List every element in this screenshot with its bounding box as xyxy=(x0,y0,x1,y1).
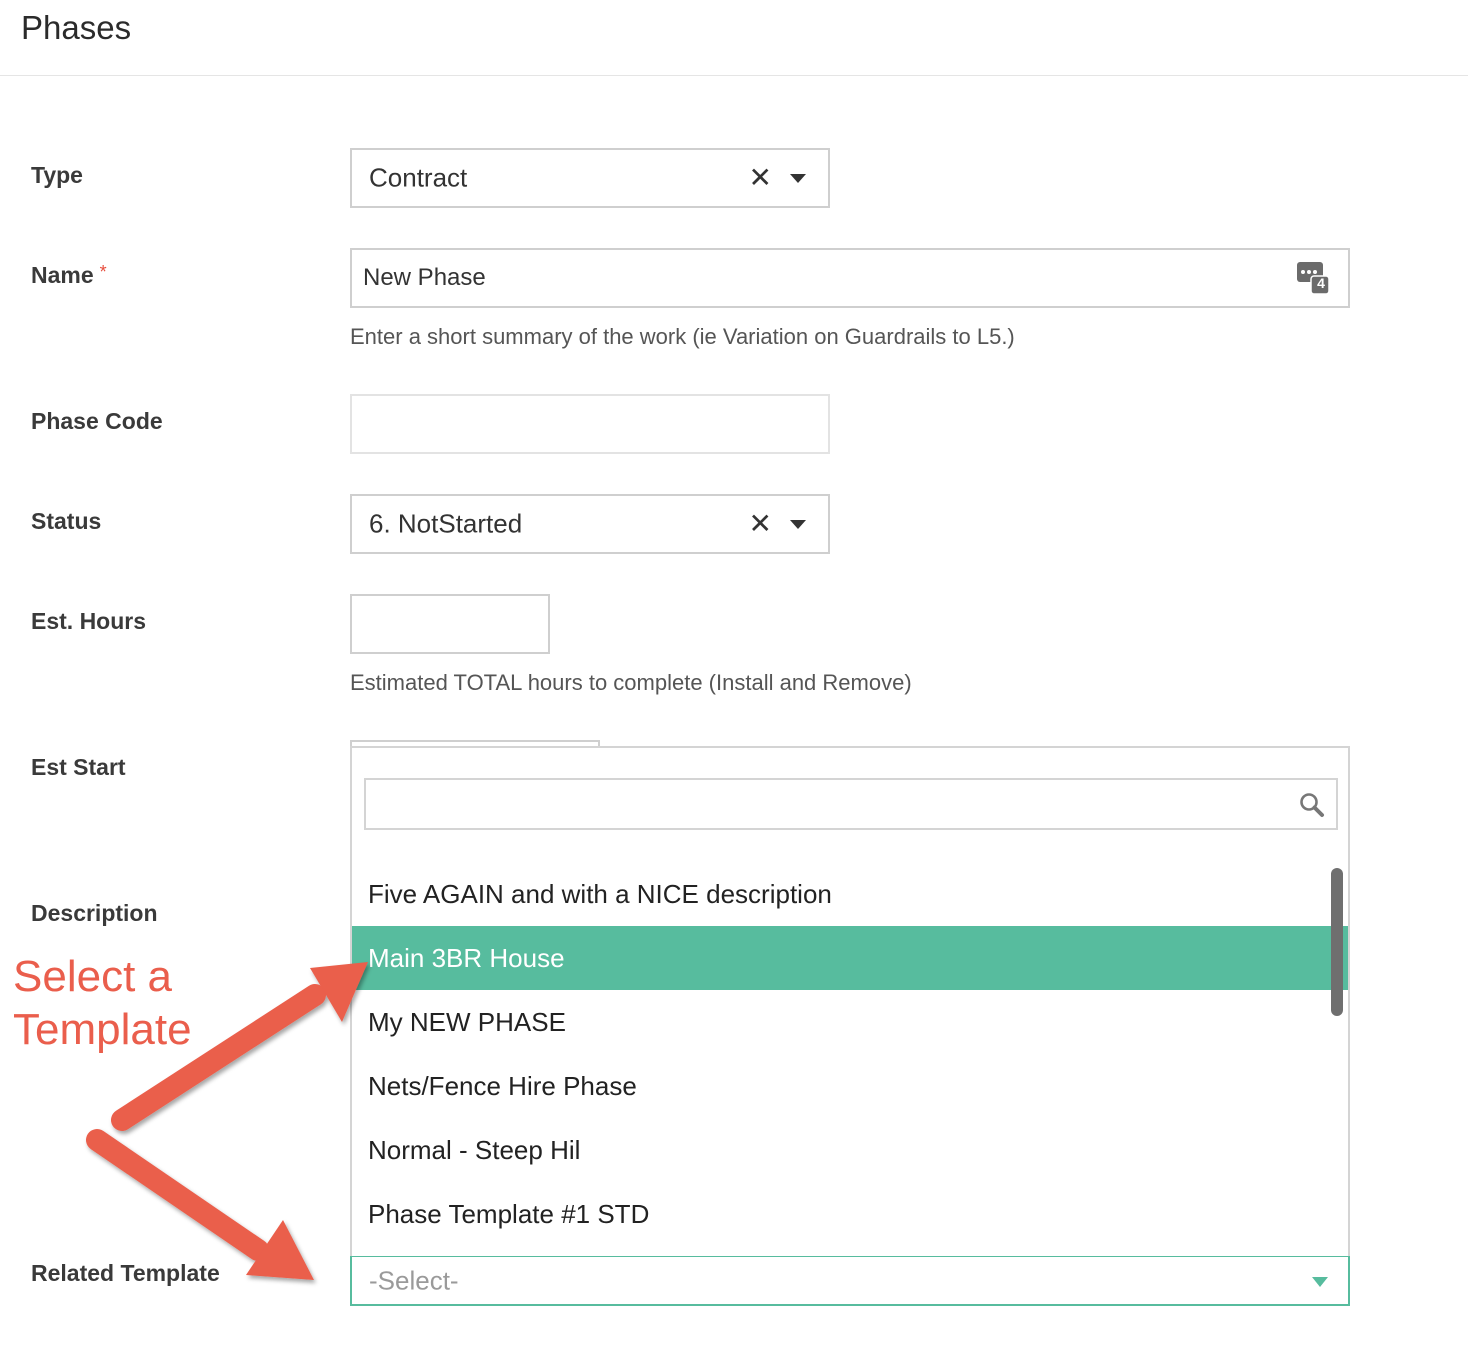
search-icon xyxy=(1298,791,1326,819)
est-hours-input[interactable] xyxy=(350,594,550,654)
dropdown-option[interactable]: My NEW PHASE xyxy=(352,990,1348,1054)
name-value: New Phase xyxy=(363,264,486,291)
related-template-select[interactable]: -Select- xyxy=(350,1255,1350,1306)
chevron-down-icon[interactable] xyxy=(1312,1276,1328,1287)
annotation-arrow-down-shaft xyxy=(86,1129,269,1261)
name-help-text: Enter a short summary of the work (ie Va… xyxy=(350,324,1015,349)
name-label: Name * xyxy=(31,262,107,289)
chevron-down-icon[interactable] xyxy=(790,174,806,183)
phase-code-input[interactable] xyxy=(350,394,830,454)
template-dropdown: Five AGAIN and with a NICE description M… xyxy=(350,746,1350,1256)
required-marker: * xyxy=(99,262,107,282)
status-label: Status xyxy=(31,508,102,534)
name-input[interactable]: New Phase 4 xyxy=(350,248,1350,308)
chevron-down-icon[interactable] xyxy=(790,520,806,529)
dropdown-option[interactable]: Five AGAIN and with a NICE description xyxy=(352,862,1348,926)
type-clear-icon[interactable]: ✕ xyxy=(749,164,772,192)
counter-badge: 4 xyxy=(1317,275,1325,291)
est-hours-label: Est. Hours xyxy=(31,608,147,634)
type-label: Type xyxy=(31,162,83,188)
dropdown-search-input[interactable] xyxy=(364,778,1338,830)
status-clear-icon[interactable]: ✕ xyxy=(749,510,772,538)
status-value: 6. NotStarted xyxy=(369,508,523,539)
status-select[interactable]: 6. NotStarted ✕ xyxy=(350,494,830,554)
est-hours-help-text: Estimated TOTAL hours to complete (Insta… xyxy=(350,670,912,695)
dropdown-option[interactable]: Nets/Fence Hire Phase xyxy=(352,1054,1348,1118)
name-label-text: Name xyxy=(31,262,94,288)
annotation-callout: Select a Template xyxy=(13,950,192,1056)
annotation-line-2: Template xyxy=(13,1005,192,1054)
related-template-placeholder: -Select- xyxy=(369,1265,459,1295)
dropdown-option[interactable]: Normal - Steep Hil xyxy=(352,1118,1348,1182)
page-title: Phases xyxy=(21,9,132,46)
est-start-label: Est Start xyxy=(31,754,126,780)
type-value: Contract xyxy=(369,162,468,193)
type-select[interactable]: Contract ✕ xyxy=(350,148,830,208)
annotation-line-1: Select a xyxy=(13,952,172,1001)
page-header: Phases xyxy=(0,0,1468,76)
description-label: Description xyxy=(31,900,158,926)
phase-code-label: Phase Code xyxy=(31,408,163,434)
dropdown-option[interactable]: Phase Template #1 STD xyxy=(352,1182,1348,1246)
related-template-label: Related Template xyxy=(31,1260,220,1286)
chat-counter-icon[interactable]: 4 xyxy=(1296,261,1330,295)
dropdown-option-highlighted[interactable]: Main 3BR House xyxy=(352,926,1348,990)
dropdown-scrollbar[interactable] xyxy=(1331,868,1343,1016)
annotation-arrow-down-head xyxy=(246,1220,314,1280)
